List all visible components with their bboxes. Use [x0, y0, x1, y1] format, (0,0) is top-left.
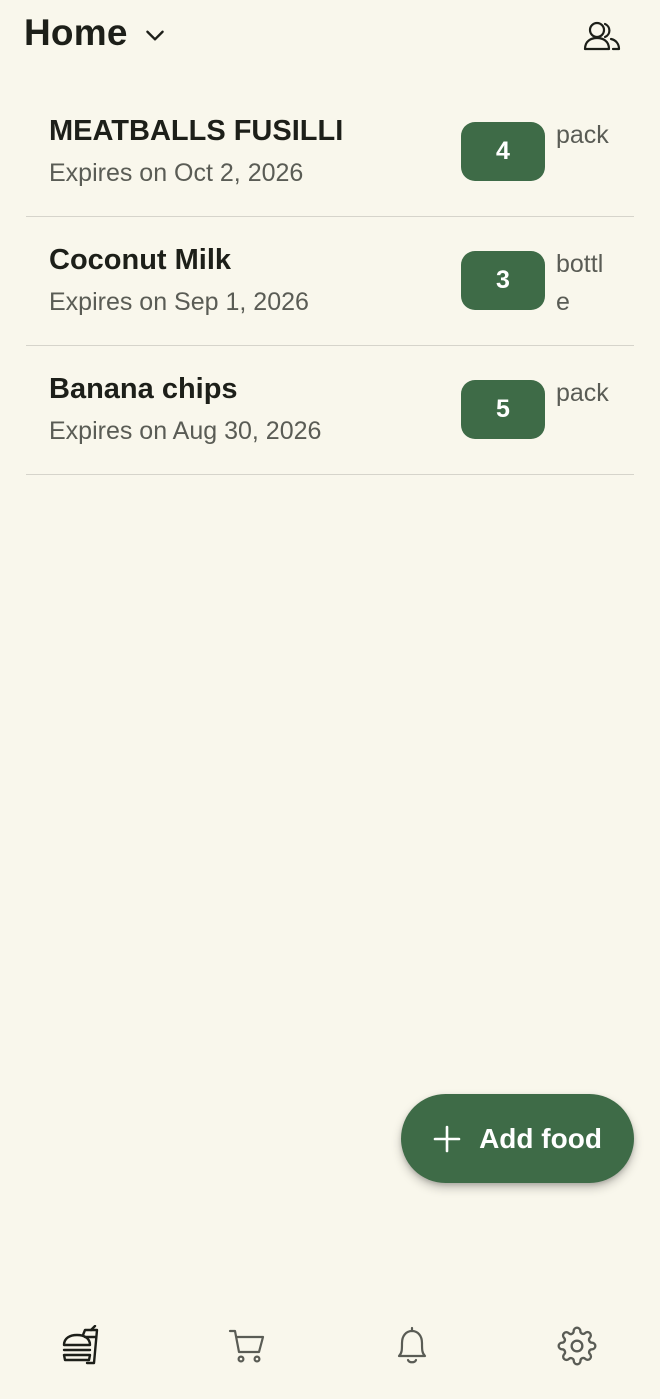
nav-food-tab[interactable]: [60, 1324, 104, 1372]
item-expiry: Expires on Sep 1, 2026: [49, 288, 309, 316]
item-unit: pack: [556, 121, 609, 149]
bottom-navigation: [0, 1300, 660, 1399]
home-screen: Home MEATBALLS FUSILLI Expires on Oct 2,…: [0, 0, 660, 1399]
item-name: MEATBALLS FUSILLI: [49, 115, 344, 147]
nav-settings-tab[interactable]: [555, 1326, 599, 1370]
nav-shopping-tab[interactable]: [225, 1326, 269, 1370]
food-list: MEATBALLS FUSILLI Expires on Oct 2, 2026…: [26, 88, 634, 475]
quantity-badge[interactable]: 4: [461, 122, 545, 181]
item-name: Coconut Milk: [49, 244, 232, 276]
list-item[interactable]: Coconut Milk Expires on Sep 1, 2026 3 bo…: [26, 217, 634, 346]
item-unit: bottle: [556, 250, 604, 316]
nav-notifications-tab[interactable]: [390, 1326, 434, 1370]
people-icon[interactable]: [580, 14, 624, 58]
item-name: Banana chips: [49, 373, 238, 405]
location-selector[interactable]: Home: [24, 12, 168, 54]
gear-icon: [557, 1326, 597, 1371]
list-item[interactable]: Banana chips Expires on Aug 30, 2026 5 p…: [26, 346, 634, 475]
food-icon: [61, 1324, 103, 1372]
plus-icon: [433, 1125, 461, 1153]
quantity-badge[interactable]: 5: [461, 380, 545, 439]
item-unit: pack: [556, 379, 609, 407]
page-title: Home: [24, 12, 128, 53]
list-item[interactable]: MEATBALLS FUSILLI Expires on Oct 2, 2026…: [26, 88, 634, 217]
cart-icon: [228, 1327, 266, 1370]
quantity-badge[interactable]: 3: [461, 251, 545, 310]
add-food-label: Add food: [479, 1122, 602, 1154]
item-expiry: Expires on Oct 2, 2026: [49, 159, 304, 187]
bell-icon: [393, 1326, 431, 1371]
add-food-button[interactable]: Add food: [401, 1094, 634, 1183]
chevron-down-icon: [142, 22, 168, 48]
app-header: Home: [0, 0, 660, 72]
item-expiry: Expires on Aug 30, 2026: [49, 417, 322, 445]
